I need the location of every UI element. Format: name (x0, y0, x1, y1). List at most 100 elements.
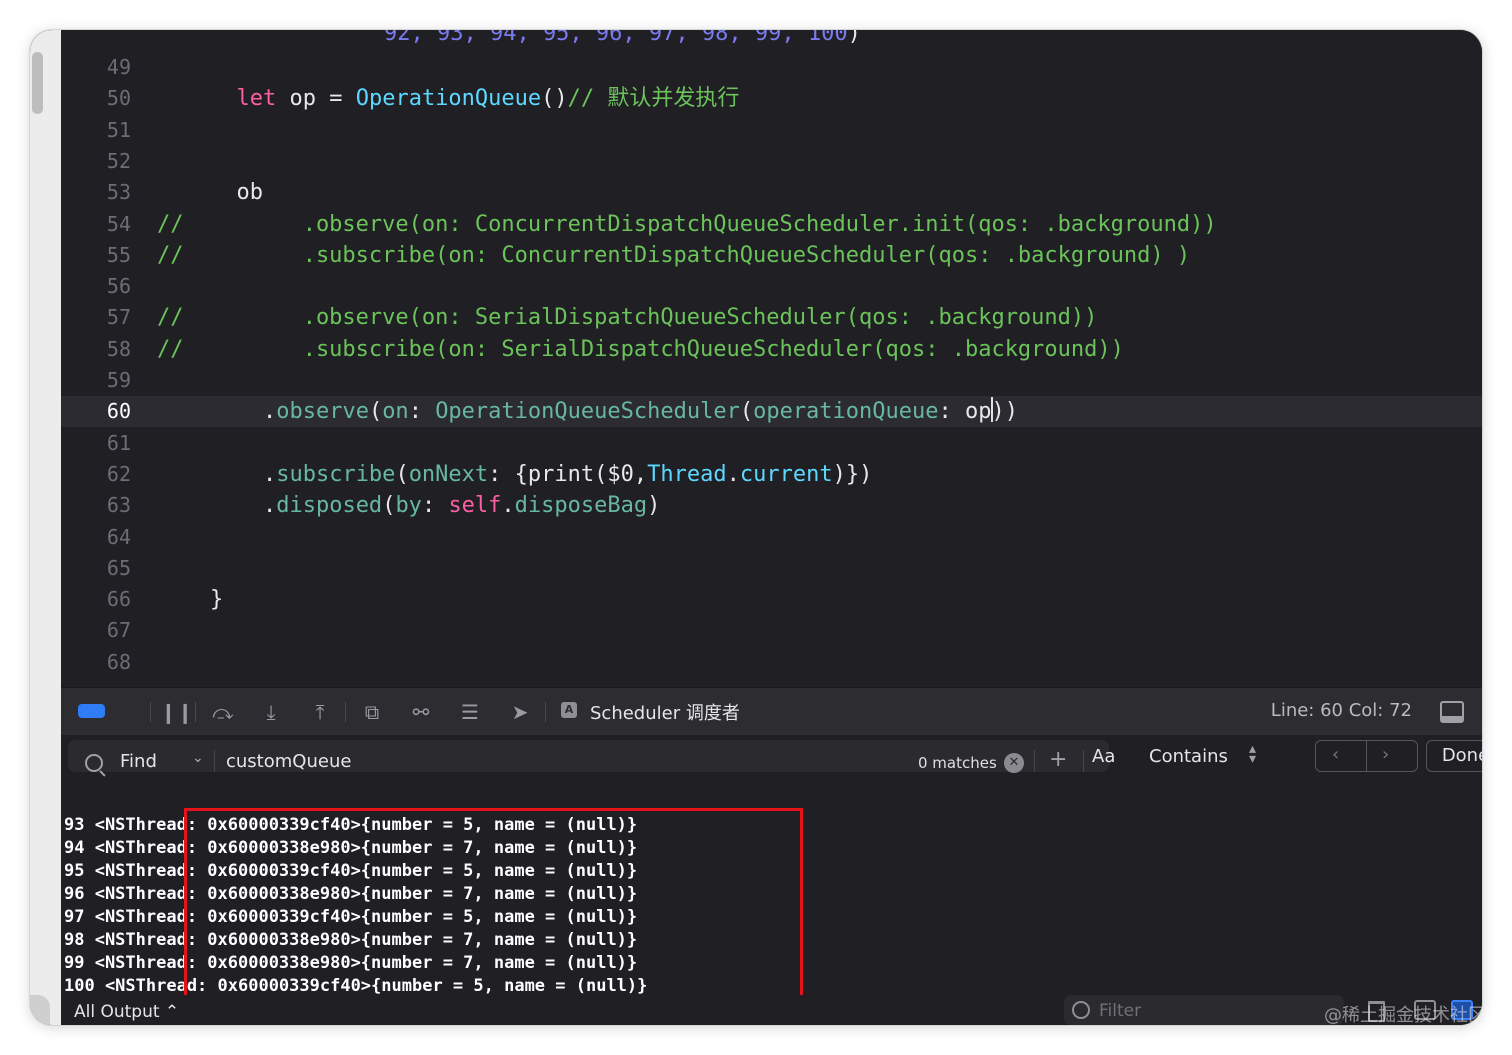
scheme-label[interactable]: Scheduler 调度者 (590, 699, 740, 725)
code-token: () (541, 86, 568, 112)
code-line[interactable]: 51 (61, 115, 1482, 146)
line-number[interactable]: 64 (61, 522, 131, 553)
console-output[interactable]: 100 <NSThread: 0x60000339cf40>{number = … (61, 777, 1482, 995)
line-number[interactable]: 66 (61, 584, 131, 615)
line-number[interactable]: 53 (61, 177, 131, 208)
code-line[interactable]: 67 (61, 615, 1482, 646)
step-out-icon[interactable]: ⤒ (307, 700, 333, 724)
code-line[interactable]: 54 // .observe(on: ConcurrentDispatchQueu… (61, 209, 1482, 240)
code-token: . (262, 399, 277, 425)
editor-scrollbar-track[interactable] (30, 30, 61, 1025)
line-number[interactable]: 51 (61, 115, 131, 146)
memory-graph-icon[interactable]: ⚯ (408, 700, 434, 724)
code-token: observe (276, 399, 369, 425)
done-button[interactable]: Done (1426, 740, 1482, 772)
code-line[interactable]: 49 (61, 52, 1482, 83)
find-mode-label[interactable]: Find (120, 751, 157, 772)
code-line[interactable]: 50 let op = OperationQueue()// 默认并发执行 (61, 83, 1482, 114)
code-token: OperationQueue (355, 86, 542, 112)
find-divider (214, 750, 215, 772)
code-line[interactable]: 56 (61, 271, 1482, 302)
code-line[interactable]: 60 .observe(on: OperationQueueScheduler(… (61, 396, 1482, 428)
code-line[interactable]: 65 (61, 553, 1482, 584)
filter-field[interactable]: Filter (1064, 995, 1344, 1025)
line-col-indicator: Line: 60 Col: 72 (1270, 700, 1412, 721)
view-hierarchy-icon[interactable]: ⧉ (359, 700, 385, 724)
case-sensitive-button[interactable]: Aa (1092, 746, 1115, 767)
scroll-corner (30, 995, 50, 1025)
line-number[interactable]: 55 (61, 240, 131, 271)
toolbar-divider (150, 702, 151, 722)
code-line[interactable]: 58 // .subscribe(on: SerialDispatchQueueS… (61, 334, 1482, 365)
code-token: ( (368, 399, 383, 425)
editor-scrollbar-thumb[interactable] (32, 52, 43, 114)
line-number[interactable]: 62 (61, 459, 131, 490)
line-number[interactable]: 52 (61, 146, 131, 177)
code-token: Thread (647, 461, 727, 487)
code-token: : (421, 493, 449, 519)
add-pattern-icon[interactable]: + (1049, 747, 1067, 772)
line-number[interactable]: 49 (61, 52, 131, 83)
line-number[interactable]: 58 (61, 334, 131, 365)
code-line[interactable]: 68 (61, 647, 1482, 678)
line-number[interactable]: 56 (61, 271, 131, 302)
chevron-updown-icon[interactable]: ▴ ▾ (1249, 742, 1256, 766)
code-token: : (408, 399, 436, 425)
find-query-input[interactable]: customQueue (226, 751, 351, 772)
code-token: . (501, 493, 515, 519)
line-number[interactable]: 60 (61, 396, 131, 427)
app-target-icon: A (561, 702, 577, 718)
code-text: .observe(on: OperationQueueScheduler(ope… (157, 396, 1018, 427)
code-token: // .observe(on: ConcurrentDispatchQueueS… (157, 211, 1217, 237)
code-line[interactable]: 62 .subscribe(onNext: {print($0,Thread.c… (61, 459, 1482, 490)
result-navigation: ‹ › (1315, 740, 1418, 772)
step-into-icon[interactable]: ⤓ (258, 700, 284, 724)
line-number[interactable]: 61 (61, 428, 131, 459)
clear-search-icon[interactable]: ✕ (1004, 753, 1024, 773)
previous-match-icon[interactable]: ‹ (1332, 744, 1339, 765)
toolbar-divider (195, 702, 196, 722)
toggle-debug-area-icon[interactable] (1440, 701, 1464, 723)
step-over-icon[interactable]: ⤼ (210, 700, 236, 724)
nav-divider (1366, 741, 1367, 771)
code-line[interactable]: 53 ob (61, 177, 1482, 208)
partial-code-line: 92, 93, 94, 95, 96, 97, 98, 99, 100) (61, 30, 861, 49)
location-icon[interactable]: ➤ (507, 700, 533, 724)
code-line[interactable]: 63 .disposed(by: self.disposeBag) (61, 490, 1482, 521)
console-bottom-bar: All Output ⌃ Filter (61, 995, 1482, 1025)
chevron-down-icon[interactable]: ⌄ (192, 750, 204, 766)
next-match-icon[interactable]: › (1382, 744, 1389, 765)
code-line[interactable]: 52 (61, 146, 1482, 177)
debug-bar: ❙❙ ⤼ ⤓ ⤒ ⧉ ⚯ ☰ ➤ A Scheduler 调度者 Line: 6… (61, 687, 1482, 736)
line-number[interactable]: 63 (61, 490, 131, 521)
code-line[interactable]: 55 // .subscribe(on: ConcurrentDispatchQu… (61, 240, 1482, 271)
code-token: on (382, 399, 409, 425)
code-line[interactable]: 59 (61, 365, 1482, 396)
code-editor[interactable]: 92, 93, 94, 95, 96, 97, 98, 99, 100) 49 5… (61, 30, 1482, 687)
environment-overrides-icon[interactable]: ☰ (457, 700, 483, 724)
output-selector[interactable]: All Output ⌃ (74, 1002, 179, 1022)
line-number[interactable]: 68 (61, 647, 131, 678)
match-type-dropdown[interactable]: Contains (1149, 746, 1228, 767)
line-number[interactable]: 50 (61, 83, 131, 114)
console-find-bar: Find ⌄ customQueue 0 matches ✕ + Aa Cont… (61, 735, 1482, 777)
code-line[interactable]: 66 } (61, 584, 1482, 615)
code-line[interactable]: 64 (61, 522, 1482, 553)
line-number[interactable]: 65 (61, 553, 131, 584)
line-number[interactable]: 67 (61, 615, 131, 646)
line-number[interactable]: 59 (61, 365, 131, 396)
pause-icon[interactable]: ❙❙ (160, 700, 194, 724)
code-token: current (739, 461, 833, 487)
code-line[interactable]: 57 // .observe(on: SerialDispatchQueueSch… (61, 302, 1482, 333)
line-number[interactable]: 57 (61, 302, 131, 333)
breakpoints-icon[interactable] (78, 704, 105, 718)
code-line[interactable]: 61 (61, 428, 1482, 459)
find-field[interactable]: Find ⌄ customQueue 0 matches ✕ + (68, 740, 1109, 773)
code-token: subscribe (276, 461, 396, 487)
code-text: // .subscribe(on: ConcurrentDispatchQueu… (157, 240, 1190, 271)
line-number[interactable]: 54 (61, 209, 131, 240)
code-text: // .observe(on: SerialDispatchQueueSched… (157, 302, 1097, 333)
code-text: .disposed(by: self.disposeBag) (157, 490, 660, 521)
